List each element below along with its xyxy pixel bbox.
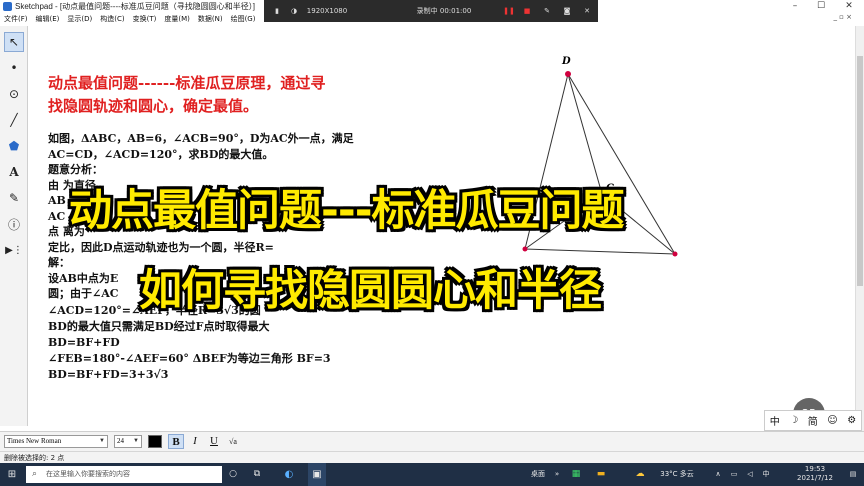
weather-icon: ☁ <box>635 469 645 479</box>
heading-line: 找隐圆轨迹和圆心，确定最值。 <box>48 97 259 115</box>
problem-line: 定比，因此D点运动轨迹也为一个圆，半径R= <box>48 240 274 254</box>
sketch-canvas[interactable]: 动点最值问题------标准瓜豆原理，通过寻 找隐圆轨迹和圆心，确定最值。 如图… <box>29 26 855 431</box>
polygon-tool-icon[interactable]: ⬟ <box>4 136 24 156</box>
marker-tool-icon[interactable]: ✎ <box>4 188 24 208</box>
recorder-app-icon[interactable]: ▣ <box>308 463 326 486</box>
desktop-label[interactable]: 桌面 <box>526 463 550 486</box>
problem-line: 如图，ΔABC，AB=6，∠ACB=90°，D为AC外一点，满足 <box>48 132 354 145</box>
minimize-icon[interactable]: – <box>786 0 804 13</box>
font-size-value: 24 <box>117 437 124 445</box>
straightedge-tool-icon[interactable]: ╱ <box>4 110 24 130</box>
search-icon: ⌕ <box>32 469 38 479</box>
toolbox: ↖ • ⊙ ╱ ⬟ A ✎ ⓘ ▶⋮ <box>0 26 28 426</box>
sketchpad-app-icon <box>3 2 12 11</box>
monitor-icon[interactable]: ▮ <box>270 0 284 22</box>
close-icon[interactable]: ✕ <box>840 0 858 13</box>
maximize-icon[interactable]: ☐ <box>812 0 830 13</box>
heading-line: 动点最值问题------标准瓜豆原理，通过寻 <box>48 74 326 92</box>
windows-start-icon[interactable]: ⊞ <box>4 463 20 486</box>
menu-transform[interactable]: 变换(T) <box>133 14 157 24</box>
network-icon[interactable]: ▭ <box>728 463 740 486</box>
status-bar: 删除被选择的: 2 点 <box>0 451 864 463</box>
point-d[interactable] <box>565 71 571 77</box>
arrow-select-icon[interactable]: ↖ <box>4 32 24 52</box>
stop-icon[interactable]: ■ <box>520 0 534 22</box>
menu-graph[interactable]: 绘图(G) <box>231 14 256 24</box>
text-format-bar: Times New Roman ▼ 24 ▼ B I U √a <box>0 431 864 451</box>
information-tool-icon[interactable]: ⓘ <box>4 214 24 234</box>
taskbar: ⊞ ⌕ 在这里输入你要搜索的内容 ○ ⧉ ◐ ▣ 桌面 » ▦ ▬ ☁ 33°C… <box>0 463 864 486</box>
notification-icon[interactable]: ▤ <box>846 463 860 486</box>
pen-icon[interactable]: ✎ <box>540 0 554 22</box>
text-tool-icon[interactable]: A <box>4 162 24 182</box>
menu-construct[interactable]: 构造(C) <box>100 14 124 24</box>
solution-line: ∠FEB=180°-∠AEF=60° ΔBEF为等边三角形 BF=3 <box>48 352 331 365</box>
ime-chinese[interactable]: 中 <box>770 413 780 428</box>
chevron-up-icon[interactable]: ∧ <box>712 463 724 486</box>
point-a[interactable] <box>522 246 528 252</box>
point-tool-icon[interactable]: • <box>4 58 24 78</box>
custom-tool-icon[interactable]: ▶⋮ <box>4 240 24 260</box>
moon-icon[interactable]: ☽ <box>789 415 798 426</box>
half-circle-icon[interactable]: ◑ <box>288 0 300 22</box>
problem-heading: 动点最值问题------标准瓜豆原理，通过寻 找隐圆轨迹和圆心，确定最值。 <box>48 72 448 118</box>
chevron-down-icon: ▼ <box>133 438 139 444</box>
ime-indicator[interactable]: 中 <box>760 463 772 486</box>
underline-button[interactable]: U <box>206 434 222 449</box>
scroll-thumb[interactable] <box>857 56 863 286</box>
search-placeholder: 在这里输入你要搜索的内容 <box>46 470 130 478</box>
taskbar-search-input[interactable]: ⌕ 在这里输入你要搜索的内容 <box>26 466 222 483</box>
label-d: D <box>561 56 571 67</box>
ime-toolbar: 中 ☽ 简 ☺ ⚙ <box>764 410 862 431</box>
chevron-down-icon: ▼ <box>99 438 105 444</box>
problem-line: AC=CD，∠ACD=120°，求BD的最大值。 <box>48 147 274 161</box>
menu-measure[interactable]: 度量(M) <box>164 14 190 24</box>
font-select[interactable]: Times New Roman ▼ <box>4 435 108 448</box>
recorder-close-icon[interactable]: ✕ <box>580 0 594 22</box>
math-format-button[interactable]: √a <box>225 434 241 449</box>
gear-icon[interactable]: ⚙ <box>847 415 856 426</box>
task-view-icon[interactable]: ⧉ <box>250 463 264 486</box>
wechat-icon[interactable]: ▦ <box>566 463 586 486</box>
edge-browser-icon[interactable]: ◐ <box>280 463 298 486</box>
recorder-bar: ▮ ◑ 1920X1080 录制中 00:01:00 ❚❚ ■ ✎ ◙ ✕ <box>264 0 598 22</box>
segment-ab[interactable] <box>524 248 676 255</box>
folder-icon[interactable]: ▬ <box>592 463 610 486</box>
cortana-icon[interactable]: ○ <box>226 463 240 486</box>
menu-edit[interactable]: 编辑(E) <box>36 14 60 24</box>
clock-date: 2021/7/12 <box>797 474 833 482</box>
recorder-resolution: 1920X1080 <box>306 7 348 15</box>
font-select-value: Times New Roman <box>7 437 62 445</box>
mdi-controls[interactable]: _ ▫ × <box>833 13 852 21</box>
menu-file[interactable]: 文件(F) <box>4 14 28 24</box>
bold-button[interactable]: B <box>168 434 184 449</box>
recorder-status: 录制中 00:01:00 <box>416 7 472 15</box>
smiley-icon[interactable]: ☺ <box>827 415 837 426</box>
italic-button[interactable]: I <box>187 434 203 449</box>
weather-text[interactable]: 33°C 多云 <box>652 463 702 486</box>
chevron-up-icon[interactable]: » <box>552 463 562 486</box>
taskbar-clock[interactable]: 19:53 2021/7/12 <box>790 465 840 483</box>
menu-number[interactable]: 数据(N) <box>198 14 223 24</box>
solution-line: BD=BF+FD=3+3√3 <box>48 368 169 381</box>
overlay-title-line1: 动点最值问题---标准瓜豆问题 <box>69 186 625 236</box>
camera-icon[interactable]: ◙ <box>560 0 574 22</box>
clock-time: 19:53 <box>804 465 826 473</box>
text-color-swatch[interactable] <box>148 435 162 448</box>
overlay-title-line2: 如何寻找隐圆圆心和半径 <box>139 266 602 316</box>
font-size-select[interactable]: 24 ▼ <box>114 435 142 448</box>
solution-line: BD的最大值只需满足BD经过F点时取得最大 <box>48 320 270 333</box>
vertical-scrollbar[interactable] <box>855 26 864 431</box>
pause-icon[interactable]: ❚❚ <box>502 0 516 22</box>
window-title: Sketchpad - [动点最值问题----标准瓜豆问题（寻找隐圆圆心和半径）… <box>15 2 256 11</box>
compass-tool-icon[interactable]: ⊙ <box>4 84 24 104</box>
ime-simplified[interactable]: 简 <box>808 413 818 428</box>
volume-icon[interactable]: ◁ <box>744 463 756 486</box>
point-b[interactable] <box>672 251 678 257</box>
menu-display[interactable]: 显示(D) <box>67 14 92 24</box>
solution-line: BD=BF+FD <box>48 336 120 349</box>
